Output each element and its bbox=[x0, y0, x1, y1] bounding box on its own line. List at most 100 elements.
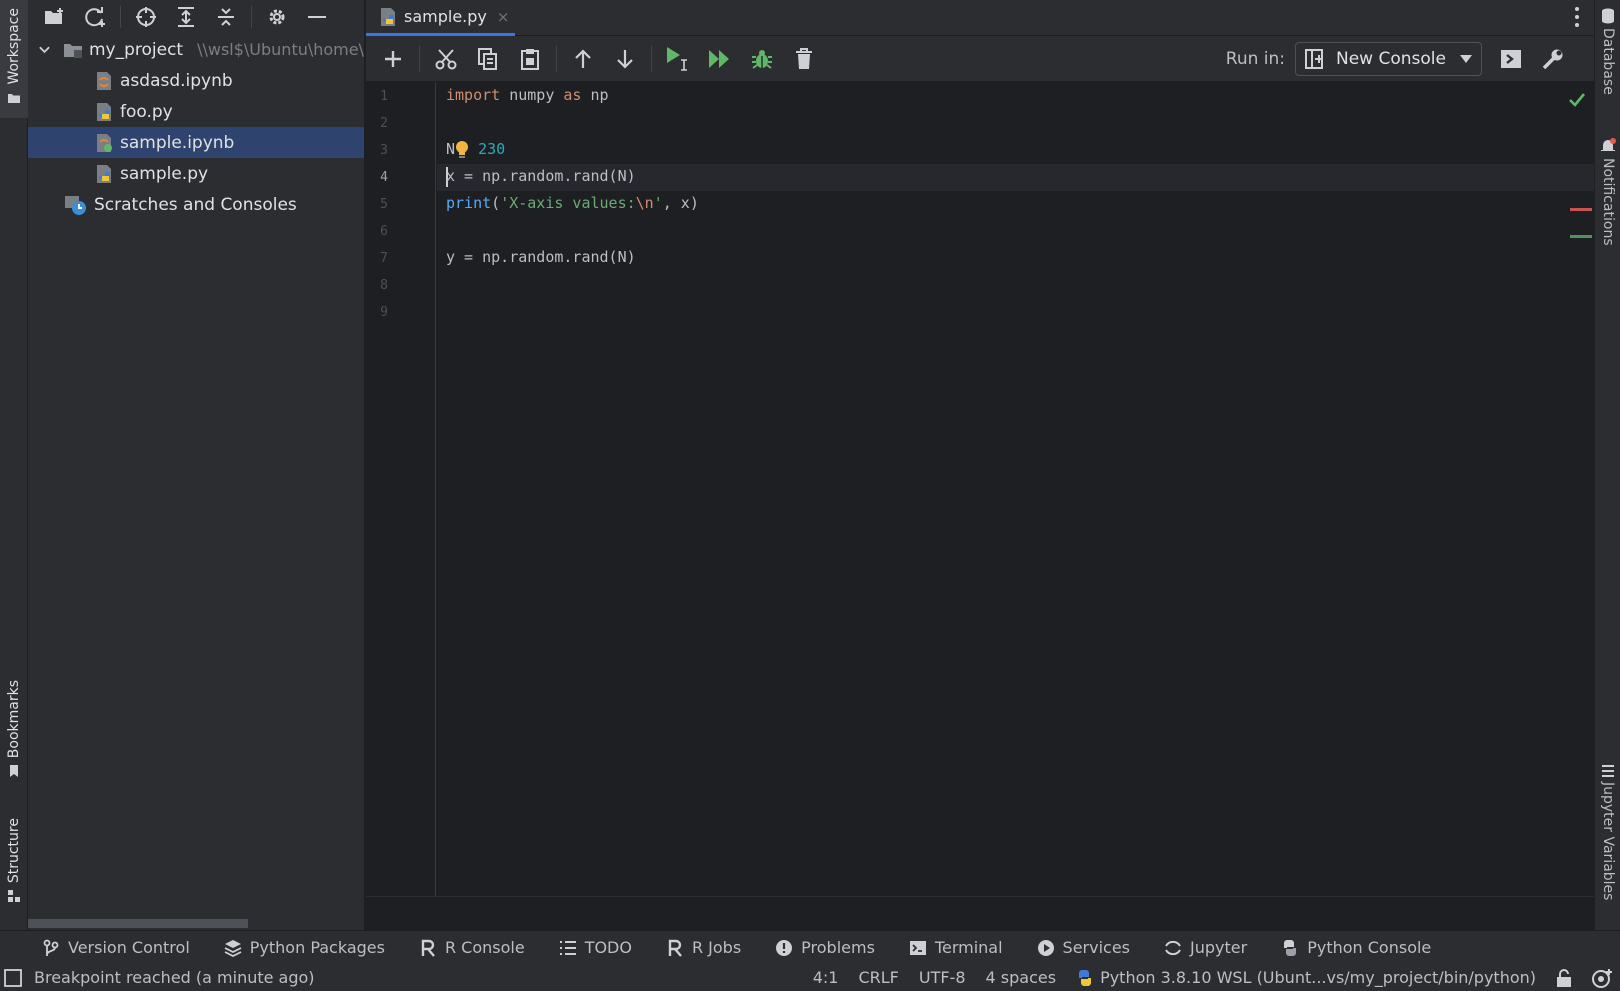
r-jobs-icon bbox=[668, 939, 682, 957]
python-file-icon bbox=[97, 164, 111, 183]
copy-cell-button[interactable] bbox=[467, 41, 509, 77]
tool-window-label: Problems bbox=[801, 938, 875, 957]
bookmark-icon bbox=[10, 765, 18, 778]
tab-sample-py[interactable]: sample.py × bbox=[366, 0, 515, 36]
configure-button[interactable] bbox=[1532, 41, 1574, 77]
jupyter-notebook-icon bbox=[97, 71, 111, 90]
bookmarks-tab[interactable]: Bookmarks bbox=[0, 680, 28, 790]
jupyter-variables-tab[interactable]: Jupyter Variables bbox=[1595, 760, 1620, 920]
tree-file-sample-ipynb[interactable]: sample.ipynb bbox=[28, 127, 364, 158]
collapse-all-button[interactable] bbox=[207, 2, 245, 32]
lightbulb-icon[interactable] bbox=[455, 140, 469, 159]
database-tab[interactable]: Database bbox=[1595, 4, 1620, 114]
tool-window-todo[interactable]: TODO bbox=[559, 938, 632, 957]
tool-window-python-console[interactable]: Python Console bbox=[1281, 938, 1431, 957]
delete-cell-button[interactable] bbox=[783, 41, 825, 77]
tool-window-jupyter[interactable]: Jupyter bbox=[1164, 938, 1247, 957]
chevron-down-icon[interactable] bbox=[38, 43, 51, 57]
tool-window-terminal[interactable]: Terminal bbox=[909, 938, 1003, 957]
indent-setting[interactable]: 4 spaces bbox=[986, 968, 1057, 987]
settings-button[interactable] bbox=[258, 2, 296, 32]
tree-scratches[interactable]: Scratches and Consoles bbox=[28, 189, 364, 220]
run-all-button[interactable] bbox=[699, 41, 741, 77]
code-text: y = np.random.rand(N) bbox=[446, 248, 636, 266]
unlock-icon[interactable] bbox=[1556, 968, 1572, 987]
file-encoding[interactable]: UTF-8 bbox=[919, 968, 966, 987]
inspection-ok-icon[interactable] bbox=[1568, 92, 1586, 108]
toggle-tool-windows-icon[interactable] bbox=[4, 969, 22, 987]
editor-tabs: sample.py × bbox=[366, 0, 1594, 36]
cut-cell-button[interactable] bbox=[425, 41, 467, 77]
copy-icon bbox=[478, 47, 497, 70]
code-editor[interactable]: 1 2 3 4 5 6 7 8 9 import numpy as np N 2… bbox=[366, 82, 1594, 896]
tool-window-python-packages[interactable]: Python Packages bbox=[224, 938, 385, 957]
run-cell-button[interactable] bbox=[657, 41, 699, 77]
error-stripe[interactable] bbox=[1564, 82, 1594, 896]
workspace-tab[interactable]: Workspace bbox=[0, 0, 28, 118]
tool-window-label: R Jobs bbox=[691, 938, 742, 957]
tree-root-my-project[interactable]: my_project \\wsl$\Ubuntu\home\ bbox=[28, 34, 364, 65]
more-options-icon[interactable] bbox=[1574, 6, 1580, 28]
tree-file-sample-py[interactable]: sample.py bbox=[28, 158, 364, 189]
debug-button[interactable] bbox=[741, 41, 783, 77]
new-folder-button[interactable] bbox=[36, 2, 74, 32]
tool-window-label: Python Console bbox=[1307, 938, 1432, 957]
refresh-button[interactable] bbox=[76, 2, 114, 32]
inspection-profile-icon[interactable] bbox=[1592, 968, 1614, 988]
structure-tab[interactable]: Structure bbox=[0, 818, 28, 914]
tool-window-label: Version Control bbox=[68, 938, 190, 957]
move-cell-up-button[interactable] bbox=[562, 41, 604, 77]
tree-file-asdasd[interactable]: asdasd.ipynb bbox=[28, 65, 364, 96]
project-horizontal-scrollbar[interactable] bbox=[28, 916, 365, 930]
workspace-tab-label: Workspace bbox=[6, 8, 22, 85]
open-console-button[interactable] bbox=[1490, 41, 1532, 77]
gear-icon bbox=[269, 9, 285, 25]
close-tab-icon[interactable]: × bbox=[497, 8, 510, 26]
error-marker[interactable] bbox=[1570, 208, 1592, 211]
r-icon bbox=[421, 939, 435, 957]
tool-window-version-control[interactable]: Version Control bbox=[42, 938, 190, 957]
status-right-group: 4:1 CRLF UTF-8 4 spaces Python 3.8.10 WS… bbox=[813, 964, 1614, 991]
branch-icon bbox=[43, 939, 59, 956]
code-text: , x) bbox=[662, 194, 699, 212]
bell-icon bbox=[1601, 138, 1616, 151]
tool-window-problems[interactable]: Problems bbox=[775, 938, 875, 957]
locate-file-button[interactable] bbox=[127, 2, 165, 32]
alias: np bbox=[581, 86, 609, 104]
move-cell-down-button[interactable] bbox=[604, 41, 646, 77]
arrow-down-icon bbox=[617, 49, 633, 69]
notifications-tab[interactable]: Notifications bbox=[1595, 134, 1620, 264]
tool-window-r-console[interactable]: R Console bbox=[419, 938, 525, 957]
caret-position[interactable]: 4:1 bbox=[813, 968, 839, 987]
folder-icon bbox=[8, 93, 20, 103]
tool-window-label: Python Packages bbox=[249, 938, 385, 957]
bug-icon bbox=[752, 49, 772, 69]
file-name: foo.py bbox=[120, 101, 173, 122]
bookmarks-tab-label: Bookmarks bbox=[6, 680, 22, 759]
hide-panel-button[interactable] bbox=[298, 2, 336, 32]
run-all-icon bbox=[709, 49, 729, 68]
file-name: sample.py bbox=[120, 163, 209, 184]
line-separator[interactable]: CRLF bbox=[858, 968, 898, 987]
scratches-label: Scratches and Consoles bbox=[94, 194, 297, 215]
tree-file-foo[interactable]: foo.py bbox=[28, 96, 364, 127]
tool-window-services[interactable]: Services bbox=[1037, 938, 1130, 957]
tool-window-label: Services bbox=[1062, 938, 1131, 957]
add-cell-button[interactable] bbox=[372, 41, 414, 77]
code-line-4: x = np.random.rand(N) bbox=[446, 163, 636, 190]
interpreter-selector[interactable]: Python 3.8.10 WSL (Ubunt...vs/my_project… bbox=[1076, 968, 1536, 987]
tool-window-r-jobs[interactable]: R Jobs bbox=[666, 938, 741, 957]
status-message[interactable]: Breakpoint reached (a minute ago) bbox=[34, 968, 315, 987]
expand-all-icon bbox=[178, 7, 194, 27]
expand-all-button[interactable] bbox=[167, 2, 205, 32]
module-folder-icon bbox=[63, 43, 82, 58]
run-in-label: Run in: bbox=[1225, 49, 1285, 69]
paste-cell-button[interactable] bbox=[509, 41, 551, 77]
list-icon bbox=[559, 940, 576, 955]
scrollbar-thumb[interactable] bbox=[28, 919, 248, 928]
python-interpreter-icon bbox=[1079, 969, 1092, 986]
string-literal: 'X-axis values: bbox=[500, 194, 636, 212]
jupyter-variables-tab-label: Jupyter Variables bbox=[1600, 782, 1616, 901]
change-marker[interactable] bbox=[1570, 235, 1592, 238]
console-select[interactable]: New Console bbox=[1295, 42, 1482, 76]
